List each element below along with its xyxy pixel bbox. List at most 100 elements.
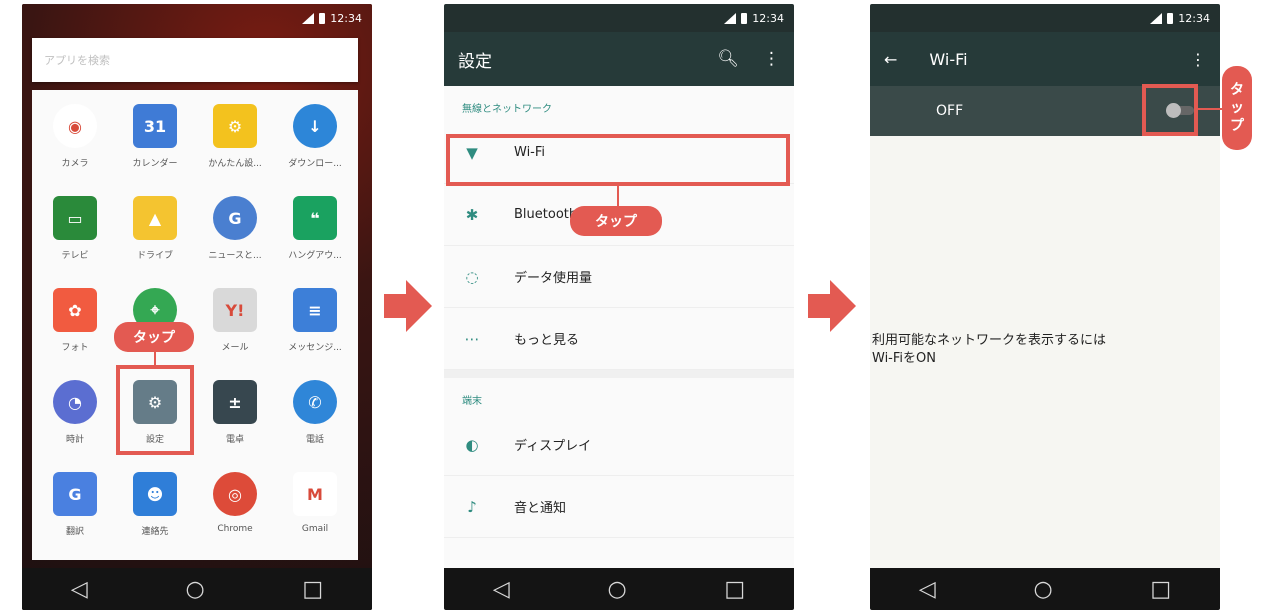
- tv-icon: ▭: [53, 196, 97, 240]
- wifi-switch-label: OFF: [936, 103, 964, 119]
- wifi-highlight-box: [446, 134, 790, 186]
- app-search-input[interactable]: アプリを検索: [32, 38, 358, 82]
- app-messenger[interactable]: ≡ メッセンジ...: [276, 288, 354, 353]
- back-icon[interactable]: ◁: [71, 577, 88, 602]
- app-label: カレンダー: [132, 159, 178, 169]
- app-chrome[interactable]: ◎ Chrome: [196, 472, 274, 534]
- callout-connector: [1198, 108, 1224, 110]
- phone-icon: ✆: [293, 380, 337, 424]
- overflow-menu-icon[interactable]: ⋮: [1190, 50, 1206, 69]
- app-label: ニュースと...: [208, 251, 262, 261]
- easy-settings-icon: ⚙: [213, 104, 257, 148]
- app-photos[interactable]: ✿ フォト: [36, 288, 114, 353]
- battery-icon: [1167, 12, 1174, 24]
- status-bar: 12:34: [22, 4, 372, 32]
- news-icon: G: [213, 196, 257, 240]
- gmail-icon: M: [293, 472, 337, 516]
- app-label: テレビ: [61, 251, 89, 261]
- app-label: カメラ: [61, 159, 89, 169]
- settings-row-label: もっと見る: [514, 333, 580, 348]
- phone-settings: 12:34 設定 🔍︎ ⋮ 無線とネットワーク ▼ Wi-Fi ✱ Bluetooth…: [444, 4, 794, 610]
- display-icon: ◐: [465, 435, 479, 454]
- tap-callout-3: タップ: [1222, 66, 1252, 150]
- recents-icon[interactable]: □: [1150, 577, 1171, 602]
- app-label: ダウンロー...: [288, 159, 342, 169]
- home-icon[interactable]: ○: [1033, 577, 1052, 602]
- back-icon[interactable]: ◁: [493, 577, 510, 602]
- settings-row-more[interactable]: ⋯ もっと見る: [444, 308, 794, 370]
- camera-icon: ◉: [53, 104, 97, 148]
- callout-char: タ: [1230, 82, 1244, 98]
- app-easy-settings[interactable]: ⚙ かんたん設...: [196, 104, 274, 169]
- wifi-off-message: 利用可能なネットワークを表示するには Wi-FiをON: [872, 333, 1107, 366]
- settings-row-label: Bluetooth: [514, 207, 578, 222]
- status-bar: 12:34: [444, 4, 794, 32]
- search-icon[interactable]: 🔍︎: [717, 49, 739, 69]
- recents-icon[interactable]: □: [724, 577, 745, 602]
- settings-row-bell[interactable]: ♪ 音と通知: [444, 476, 794, 538]
- app-phone[interactable]: ✆ 電話: [276, 380, 354, 445]
- home-icon[interactable]: ○: [607, 577, 626, 602]
- next-step-arrow-2: [808, 280, 856, 332]
- bell-icon: ♪: [467, 497, 477, 516]
- yahoo-mail-icon: Y!: [213, 288, 257, 332]
- translate-icon: G: [53, 472, 97, 516]
- settings-row-label: データ使用量: [514, 271, 593, 286]
- home-icon[interactable]: ○: [185, 577, 204, 602]
- chrome-icon: ◎: [213, 472, 257, 516]
- app-label: Chrome: [217, 524, 253, 534]
- app-camera[interactable]: ◉ カメラ: [36, 104, 114, 169]
- page-title: Wi-Fi: [929, 49, 968, 69]
- app-label: メール: [221, 343, 249, 353]
- settings-highlight-box: [116, 365, 194, 455]
- signal-icon: [724, 12, 737, 24]
- app-gmail[interactable]: M Gmail: [276, 472, 354, 534]
- app-yahoo-mail[interactable]: Y! メール: [196, 288, 274, 353]
- app-label: 電話: [305, 435, 324, 445]
- app-label: メッセンジ...: [288, 343, 342, 353]
- contacts-icon: ☻: [133, 472, 177, 516]
- settings-row-display[interactable]: ◐ ディスプレイ: [444, 414, 794, 476]
- overflow-menu-icon[interactable]: ⋮: [763, 49, 780, 69]
- nav-bar: ◁ ○ □: [444, 568, 794, 610]
- app-news[interactable]: G ニュースと...: [196, 196, 274, 261]
- settings-row-data-usage[interactable]: ◌ データ使用量: [444, 246, 794, 308]
- battery-icon: [319, 12, 326, 24]
- app-label: フォト: [61, 343, 89, 353]
- drive-icon: ▲: [133, 196, 177, 240]
- nav-bar: ◁ ○ □: [22, 568, 372, 610]
- app-clock[interactable]: ◔ 時計: [36, 380, 114, 445]
- app-calculator[interactable]: ± 電卓: [196, 380, 274, 445]
- app-label: 電卓: [225, 435, 244, 445]
- app-contacts[interactable]: ☻ 連絡先: [116, 472, 194, 537]
- messenger-icon: ≡: [293, 288, 337, 332]
- photos-icon: ✿: [53, 288, 97, 332]
- back-icon[interactable]: ◁: [919, 577, 936, 602]
- app-label: 時計: [65, 435, 84, 445]
- toggle-highlight-box: [1142, 84, 1198, 136]
- app-tv[interactable]: ▭ テレビ: [36, 196, 114, 261]
- app-download[interactable]: ↓ ダウンロー...: [276, 104, 354, 169]
- recents-icon[interactable]: □: [302, 577, 323, 602]
- phone-app-drawer: 12:34 アプリを検索 ◉ カメラ 31 カレンダー ⚙ かんたん設... ↓ ダウンロー.…: [22, 4, 372, 610]
- back-arrow-icon[interactable]: ←: [884, 50, 897, 69]
- app-translate[interactable]: G 翻訳: [36, 472, 114, 537]
- hangouts-icon: ❝: [293, 196, 337, 240]
- clock-icon: ◔: [53, 380, 97, 424]
- data-usage-icon: ◌: [465, 267, 479, 286]
- app-label: ハングアウ...: [288, 251, 342, 261]
- status-bar: 12:34: [870, 4, 1220, 32]
- app-drive[interactable]: ▲ ドライブ: [116, 196, 194, 261]
- app-calendar[interactable]: 31 カレンダー: [116, 104, 194, 169]
- section-header-wireless: 無線とネットワーク: [462, 104, 552, 115]
- bluetooth-icon: ✱: [465, 205, 479, 224]
- tap-callout-2: タップ: [570, 206, 662, 236]
- callout-connector: [154, 352, 156, 365]
- nav-bar: ◁ ○ □: [870, 568, 1220, 610]
- battery-icon: [741, 12, 748, 24]
- app-label: かんたん設...: [208, 159, 262, 169]
- signal-icon: [1150, 12, 1163, 24]
- device-settings-list: ◐ ディスプレイ ♪ 音と通知: [444, 414, 794, 538]
- app-hangouts[interactable]: ❝ ハングアウ...: [276, 196, 354, 261]
- app-grid: ◉ カメラ 31 カレンダー ⚙ かんたん設... ↓ ダウンロー... ▭ テレビ ▲ ドライブ G ニ…: [32, 90, 358, 560]
